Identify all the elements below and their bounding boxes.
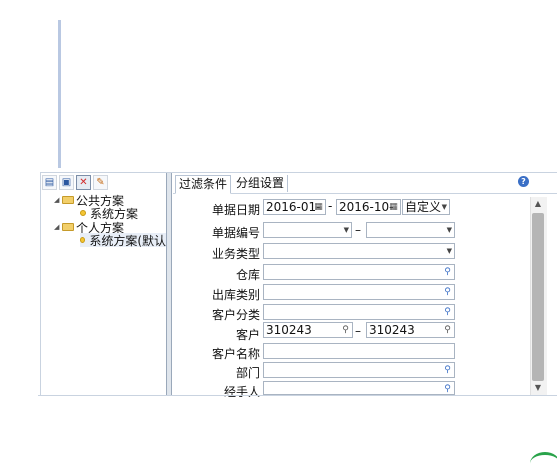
customer-from-value: 310243	[266, 323, 312, 337]
lookup-icon[interactable]: ⚲	[442, 383, 453, 394]
docno-from-select[interactable]: ▼	[263, 222, 352, 238]
scroll-up-icon[interactable]: ▲	[532, 199, 544, 208]
tree-node-label: 系统方案(默认	[89, 233, 166, 248]
date-from-field[interactable]: 2016-01- ▦	[263, 199, 326, 215]
customer-from-field[interactable]: 310243 ⚲	[263, 322, 353, 338]
lookup-icon[interactable]: ⚲	[442, 306, 453, 318]
search-icon[interactable]: ⚲	[442, 324, 453, 336]
label-warehouse: 仓库	[235, 268, 260, 282]
outtype-field[interactable]: ⚲	[263, 284, 455, 300]
lookup-icon[interactable]: ⚲	[442, 266, 453, 278]
customer-range-dash: –	[355, 324, 361, 338]
chevron-down-icon[interactable]: ▼	[447, 223, 452, 237]
date-range-dash: -	[328, 199, 333, 213]
delete-icon[interactable]: ✕	[76, 175, 91, 190]
tree-node-personal[interactable]: ◢ 个人方案	[54, 220, 124, 235]
app-logo-icon	[530, 452, 557, 475]
tab-group[interactable]: 分组设置	[233, 175, 289, 192]
save-as-icon[interactable]: ▣	[59, 175, 74, 190]
folder-icon	[62, 196, 74, 204]
handler-field[interactable]: ⚲	[263, 381, 455, 395]
date-mode-value: 自定义	[405, 200, 442, 214]
tab-filter[interactable]: 过滤条件	[175, 175, 232, 194]
docno-to-select[interactable]: ▼	[366, 222, 455, 238]
date-to-field[interactable]: 2016-10- ▦	[336, 199, 401, 215]
lookup-icon[interactable]: ⚲	[442, 286, 453, 298]
tree-node-personal-system[interactable]: 系统方案(默认	[80, 233, 166, 247]
label-biztype: 业务类型	[211, 247, 260, 261]
lookup-icon[interactable]: ⚲	[442, 364, 453, 376]
warehouse-field[interactable]: ⚲	[263, 264, 455, 280]
biztype-select[interactable]: ▼	[263, 243, 455, 259]
date-mode-select[interactable]: 自定义 ▼	[402, 199, 450, 215]
expand-arrow-icon[interactable]: ◢	[54, 223, 62, 231]
help-icon[interactable]: ?	[518, 176, 529, 187]
label-outtype: 出库类别	[211, 288, 260, 302]
search-icon[interactable]: ⚲	[340, 324, 351, 336]
chevron-down-icon[interactable]: ▼	[447, 244, 452, 258]
date-to-value: 2016-10-	[339, 200, 394, 214]
label-date: 单据日期	[211, 203, 260, 217]
customer-to-value: 310243	[369, 323, 415, 337]
expand-arrow-icon[interactable]: ◢	[54, 196, 62, 204]
chevron-down-icon[interactable]: ▼	[442, 200, 447, 214]
label-custname: 客户名称	[211, 347, 260, 361]
scroll-down-icon[interactable]: ▼	[532, 383, 544, 392]
custclass-field[interactable]: ⚲	[263, 304, 455, 320]
save-icon[interactable]: ▤	[42, 175, 57, 190]
scheme-dot-icon	[80, 210, 86, 216]
tab-bar: 过滤条件 分组设置	[173, 173, 557, 194]
calendar-icon[interactable]: ▦	[388, 201, 399, 213]
edit-icon[interactable]: ✎	[93, 175, 108, 190]
tree-toolbar: ▤ ▣ ✕ ✎	[42, 175, 108, 191]
docno-range-dash: –	[355, 223, 361, 237]
label-docno: 单据编号	[211, 226, 260, 240]
label-handler: 经手人	[223, 385, 260, 399]
window-edge-line	[58, 20, 61, 168]
customer-to-field[interactable]: 310243 ⚲	[366, 322, 455, 338]
folder-icon	[62, 223, 74, 231]
custname-field[interactable]	[263, 343, 455, 359]
panel-bottom-border	[38, 395, 557, 396]
scrollbar-thumb[interactable]	[532, 213, 544, 381]
scheme-dot-icon	[80, 237, 86, 243]
label-custclass: 客户分类	[211, 308, 260, 322]
label-dept: 部门	[235, 366, 260, 380]
dept-field[interactable]: ⚲	[263, 362, 455, 378]
label-customer: 客户	[235, 328, 260, 342]
chevron-down-icon[interactable]: ▼	[344, 223, 349, 237]
calendar-icon[interactable]: ▦	[313, 201, 324, 213]
